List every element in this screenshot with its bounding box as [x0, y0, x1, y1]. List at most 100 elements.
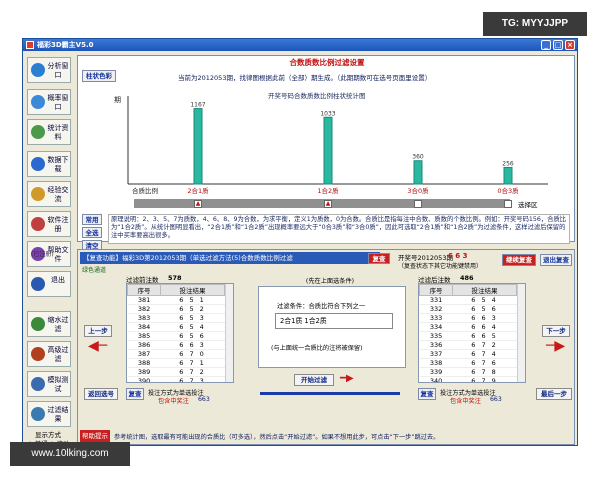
left-arrow-icon[interactable]: ◀─: [88, 339, 107, 353]
right-redo-button[interactable]: 复查: [418, 388, 436, 400]
row-index: 331: [419, 295, 453, 305]
row-result: 6 7 0: [160, 349, 225, 359]
close-button[interactable]: ×: [565, 40, 575, 50]
exit-redo-button[interactable]: 退出复查: [540, 254, 572, 266]
row-result: 6 7 3: [160, 376, 225, 382]
row-index: 340: [419, 376, 453, 382]
sidebar-item-download[interactable]: 数据下载: [27, 151, 71, 177]
sidebar-item-advanced-filter[interactable]: 高级过滤: [27, 341, 71, 367]
bar-value-label: 360: [412, 154, 424, 161]
common-button[interactable]: 常用: [82, 214, 102, 225]
table-row[interactable]: 334 6 6 4: [419, 322, 517, 332]
row-result: 6 7 2: [160, 367, 225, 377]
prev-step-button[interactable]: 上一步: [84, 325, 112, 337]
row-index: 384: [127, 322, 161, 332]
row-index: 381: [127, 295, 161, 305]
after-count: 486: [460, 274, 474, 282]
table-row[interactable]: 331 6 5 4: [419, 295, 517, 305]
row-result: 6 7 1: [160, 358, 225, 368]
right-arrow-icon[interactable]: ─▶: [546, 339, 565, 353]
sidebar-item-exit[interactable]: 退出: [27, 271, 71, 297]
sidebar-item-label: 高级过滤: [47, 346, 69, 363]
before-filter-table[interactable]: 序号 投注结果 381 6 5 1 382 6 5 2 383 6 5 3 384 6 5 4 38…: [126, 283, 234, 383]
registered-label: (已注册): [31, 251, 54, 258]
sidebar-item-result[interactable]: 过滤结果: [27, 401, 71, 427]
advanced-filter-icon: [31, 347, 45, 361]
table-row[interactable]: 386 6 6 3: [127, 340, 225, 350]
row-result: 6 5 3: [160, 313, 225, 323]
sidebar-item-label: 缩水过滤: [47, 316, 69, 333]
start-filter-button[interactable]: 开始过滤: [294, 374, 334, 386]
window-title: 福彩3D霸主V5.0: [37, 41, 94, 49]
minimize-button[interactable]: _: [541, 40, 551, 50]
bar-2: [413, 160, 423, 185]
sidebar-item-label: 统计资料: [47, 124, 69, 141]
table-row[interactable]: 336 6 7 2: [419, 340, 517, 350]
selector-checkbox[interactable]: ▲: [194, 200, 202, 208]
maximize-button[interactable]: □: [553, 40, 563, 50]
bar-value-label: 1033: [320, 110, 335, 117]
progress-bar: [260, 392, 400, 395]
sidebar-item-chat[interactable]: 经验交流: [27, 181, 71, 207]
table-row[interactable]: 381 6 5 1: [127, 295, 225, 305]
help-label: 帮助提示: [80, 430, 110, 442]
filter-highlight-bar: 【复查功能】福彩3D第2012053期（单选过滤方法(5)合数质数比例过滤: [80, 252, 380, 264]
bar-chart: 期合质比例 1167 2合1质 1033 1合2质 360 3合0质 256 0合3质: [114, 96, 548, 195]
next-step-button[interactable]: 下一步: [542, 325, 570, 337]
sidebar-item-label: 过滤结果: [47, 406, 69, 423]
table-row[interactable]: 333 6 6 3: [419, 313, 517, 323]
last-step-button[interactable]: 最后一步: [536, 388, 572, 400]
back-to-select-button[interactable]: 返回选号: [84, 388, 118, 400]
description-text: 原理说明：2、3、5、7为质数，4、6、8、9为合数，为求平衡，定义1为质数，0…: [108, 214, 570, 244]
table-row[interactable]: 383 6 5 3: [127, 313, 225, 323]
sidebar-item-stats[interactable]: 统计资料: [27, 119, 71, 145]
left-note-win: 包含中奖注: [158, 398, 189, 405]
sidebar-item-test[interactable]: 模拟测试: [27, 371, 71, 397]
table-row[interactable]: 387 6 7 0: [127, 349, 225, 359]
table-row[interactable]: 335 6 6 5: [419, 331, 517, 341]
table-row[interactable]: 338 6 7 6: [419, 358, 517, 368]
table-row[interactable]: 339 6 7 8: [419, 367, 517, 377]
continue-redo-button[interactable]: 继续复查: [502, 254, 536, 266]
table-row[interactable]: 390 6 7 3: [127, 376, 225, 382]
row-index: 339: [419, 367, 453, 377]
left-redo-button[interactable]: 复查: [126, 388, 144, 400]
row-result: 6 5 4: [452, 295, 517, 305]
table-row[interactable]: 340 6 7 9: [419, 376, 517, 382]
selector-checkbox[interactable]: [414, 200, 422, 208]
row-index: 389: [127, 367, 161, 377]
sidebar-item-window[interactable]: 概率窗口: [27, 89, 71, 115]
before-table-scrollbar[interactable]: [225, 284, 233, 382]
category-label: 3合0质: [407, 186, 429, 195]
table-row[interactable]: 384 6 5 4: [127, 322, 225, 332]
result-icon: [31, 407, 45, 421]
bar-color-button[interactable]: 柱状色彩: [82, 70, 116, 82]
chart-icon: [31, 63, 45, 77]
table-row[interactable]: 332 6 5 6: [419, 304, 517, 314]
after-table-scrollbar[interactable]: [517, 284, 525, 382]
row-index: 335: [419, 331, 453, 341]
sidebar-item-label: 数据下载: [47, 156, 69, 173]
x-axis-label: 合质比例: [132, 186, 158, 195]
sidebar-item-chart[interactable]: 分析窗口: [27, 57, 71, 83]
selector-label: 选择区: [518, 201, 538, 209]
selector-checkbox[interactable]: [504, 200, 512, 208]
table-row[interactable]: 382 6 5 2: [127, 304, 225, 314]
sidebar-item-register[interactable]: 软件注册: [27, 211, 71, 237]
selector-checkbox[interactable]: ▲: [324, 200, 332, 208]
table-header: 序号: [127, 284, 162, 296]
register-icon: [31, 217, 45, 231]
select-all-button[interactable]: 全选: [82, 227, 102, 238]
y-axis-label: 期: [114, 96, 121, 104]
sidebar-item-filter[interactable]: 缩水过滤: [27, 311, 71, 337]
row-index: 332: [419, 304, 453, 314]
redo-button[interactable]: 复查: [368, 253, 390, 264]
after-filter-table[interactable]: 序号 投注结果 331 6 5 4 332 6 5 6 333 6 6 3 334 6 6 4 33…: [418, 283, 526, 383]
left-note-win-number: 663: [198, 396, 210, 403]
category-label: 1合2质: [317, 186, 339, 195]
table-row[interactable]: 337 6 7 4: [419, 349, 517, 359]
table-row[interactable]: 389 6 7 2: [127, 367, 225, 377]
table-row[interactable]: 385 6 5 6: [127, 331, 225, 341]
table-row[interactable]: 388 6 7 1: [127, 358, 225, 368]
condition-values[interactable]: 2合1质 1合2质: [275, 313, 393, 329]
